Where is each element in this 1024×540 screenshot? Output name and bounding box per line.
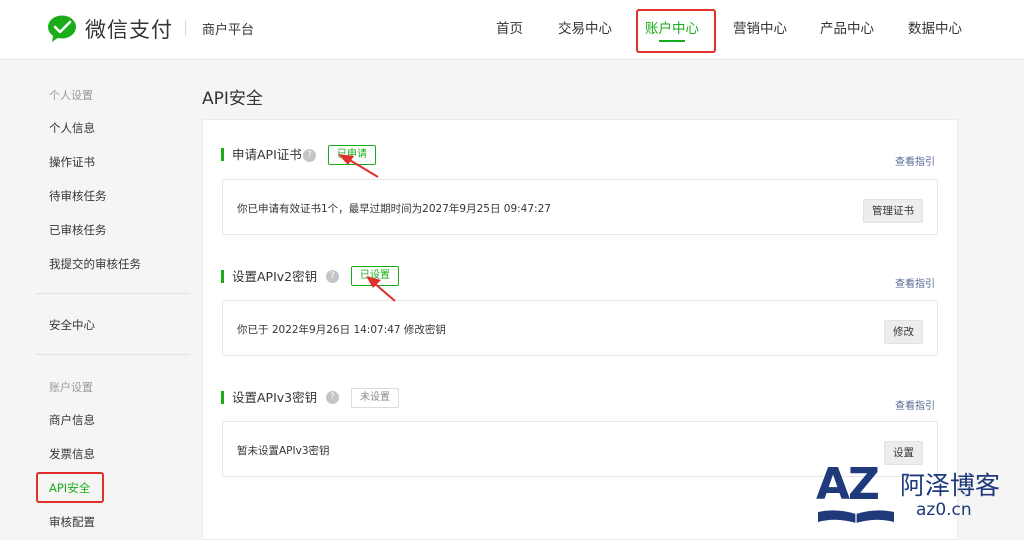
manage-cert-button[interactable]: 管理证书 <box>863 199 923 223</box>
nav-trade-center[interactable]: 交易中心 <box>558 17 612 37</box>
red-arrow-icon <box>338 154 379 178</box>
page-title: API安全 <box>202 89 263 109</box>
section-title-apiv2: 设置APIv2密钥 <box>221 270 317 283</box>
wechat-pay-logo-icon <box>48 15 76 42</box>
highlight-box-sidebar <box>36 472 104 503</box>
section-title-apiv3: 设置APIv3密钥 <box>221 391 317 404</box>
view-guide-link-apiv3[interactable]: 查看指引 <box>895 397 935 412</box>
merchant-platform-label: 商户平台 <box>202 23 255 38</box>
info-box-apiv2: 你已于 2022年9月26日 14:07:47 修改密钥 修改 <box>222 300 938 356</box>
sidebar-item-security-center[interactable]: 安全中心 <box>49 317 95 333</box>
view-guide-link-apiv2[interactable]: 查看指引 <box>895 275 935 290</box>
help-icon[interactable]: ? <box>326 270 339 283</box>
sidebar-item-personal-info[interactable]: 个人信息 <box>49 120 95 136</box>
sidebar-item-merchant-info[interactable]: 商户信息 <box>49 412 95 428</box>
sidebar-group-personal: 个人设置 <box>49 89 93 102</box>
info-box-cert: 你已申请有效证书1个，最早过期时间为2027年9月25日 09:47:27 管理… <box>222 179 938 235</box>
nav-marketing-center[interactable]: 营销中心 <box>733 17 787 37</box>
sidebar-group-account: 账户设置 <box>49 381 93 394</box>
nav-product-center[interactable]: 产品中心 <box>820 17 874 37</box>
sidebar-item-submitted-tasks[interactable]: 我提交的审核任务 <box>49 256 141 272</box>
section-title-api-cert: 申请API证书 <box>221 148 302 161</box>
highlight-box-nav <box>636 9 716 53</box>
nav-home[interactable]: 首页 <box>496 17 523 37</box>
watermark-url: az0.cn <box>916 500 972 520</box>
watermark-az-letters: AZ <box>816 459 880 510</box>
sidebar-item-invoice-info[interactable]: 发票信息 <box>49 446 95 462</box>
modify-key-button[interactable]: 修改 <box>884 320 923 344</box>
status-badge-not-set: 未设置 <box>351 388 399 408</box>
sidebar-item-review-config[interactable]: 审核配置 <box>49 514 95 530</box>
watermark-logo: AZ 阿泽博客 az0.cn <box>812 460 1012 526</box>
view-guide-link-cert[interactable]: 查看指引 <box>895 153 935 168</box>
help-icon[interactable]: ? <box>303 149 316 162</box>
sidebar-divider <box>36 293 190 294</box>
red-arrow-icon <box>366 276 396 302</box>
sidebar-item-pending-tasks[interactable]: 待审核任务 <box>49 188 107 204</box>
nav-data-center[interactable]: 数据中心 <box>908 17 962 37</box>
sidebar-item-reviewed-tasks[interactable]: 已审核任务 <box>49 222 107 238</box>
sidebar-divider <box>36 354 190 355</box>
wechat-pay-logo[interactable]: 微信支付 <box>48 14 173 44</box>
header-divider <box>185 20 186 36</box>
logo-text: 微信支付 <box>85 18 173 42</box>
sidebar-item-operation-cert[interactable]: 操作证书 <box>49 154 95 170</box>
book-icon <box>818 510 894 523</box>
help-icon[interactable]: ? <box>326 391 339 404</box>
apiv3-info-text: 暂未设置APIv3密钥 <box>237 445 330 457</box>
watermark-name: 阿泽博客 <box>900 471 1001 500</box>
apiv2-info-text: 你已于 2022年9月26日 14:07:47 修改密钥 <box>237 324 446 336</box>
top-header: 微信支付 商户平台 首页 交易中心 账户中心 营销中心 产品中心 数据中心 <box>0 0 1024 60</box>
cert-info-text: 你已申请有效证书1个，最早过期时间为2027年9月25日 09:47:27 <box>237 203 551 215</box>
